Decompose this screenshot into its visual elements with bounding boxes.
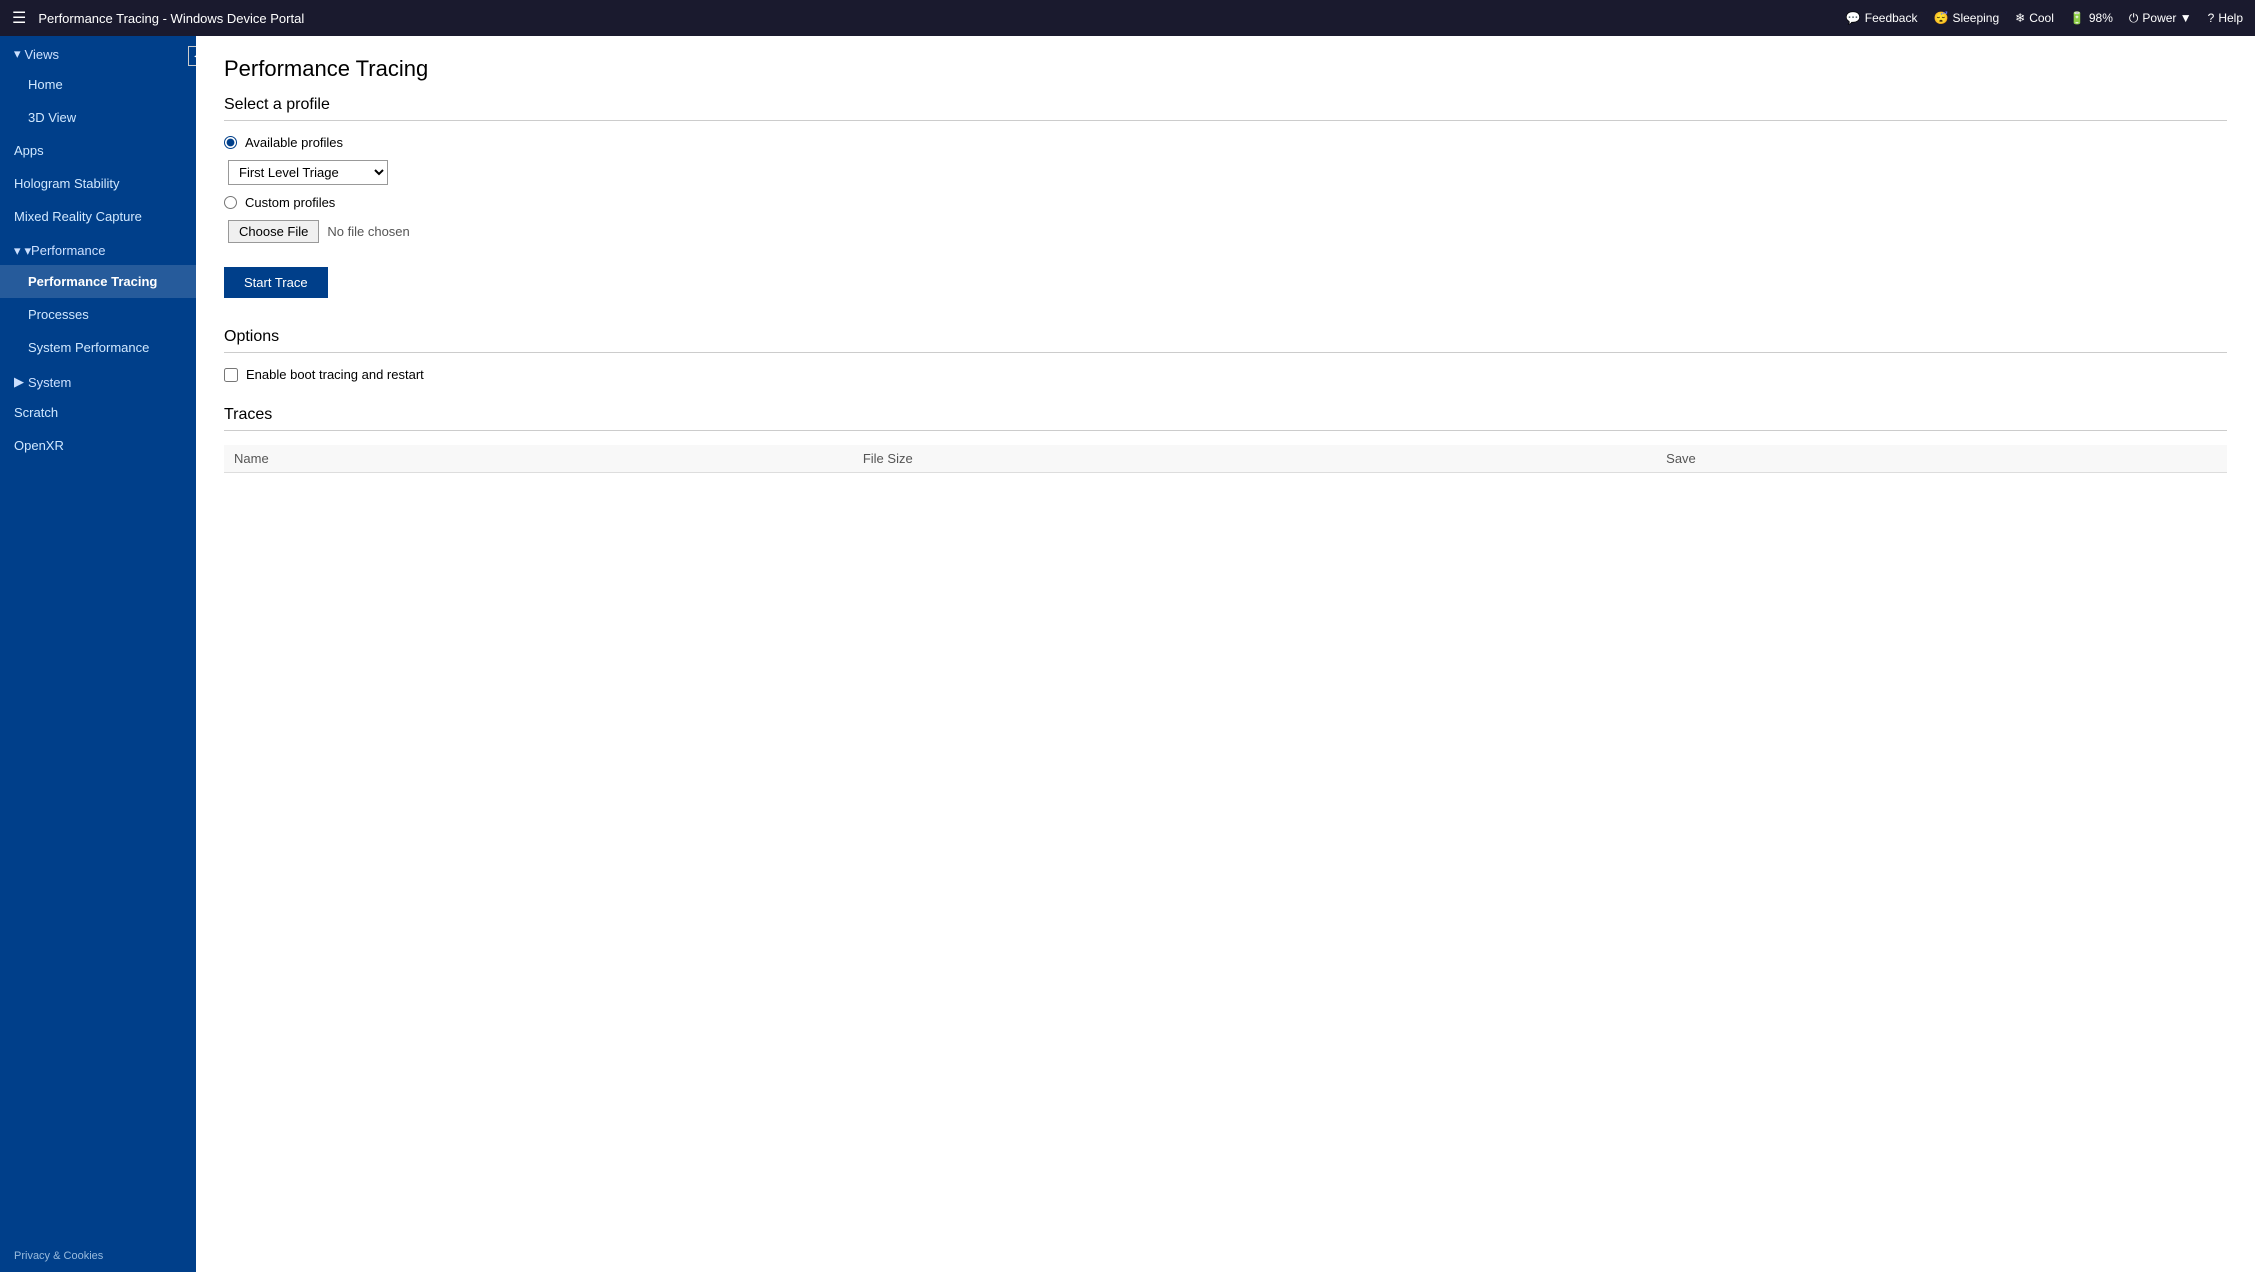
sidebar: ◀ ▾ Views Home 3D View Apps Hologram Sta… [0,36,196,1272]
boot-tracing-row: Enable boot tracing and restart [224,367,2227,382]
temperature-action[interactable]: ❄ Cool [2015,11,2054,25]
sidebar-section-views[interactable]: ▾ Views [0,36,196,68]
traces-table-header-row: Name File Size Save [224,445,2227,473]
content-area: Performance Tracing Select a profile Ava… [196,36,2255,1272]
custom-profiles-radio[interactable] [224,196,237,209]
traces-table-header: Name File Size Save [224,445,2227,473]
sidebar-item-openxr[interactable]: OpenXR [0,429,196,462]
battery-action[interactable]: 🔋 98% [2070,11,2113,25]
traces-table: Name File Size Save [224,445,2227,473]
feedback-label: Feedback [1865,11,1918,25]
battery-label: 98% [2089,11,2113,25]
file-chosen-label: No file chosen [327,224,409,239]
boot-tracing-label[interactable]: Enable boot tracing and restart [246,367,424,382]
topbar-title: Performance Tracing - Windows Device Por… [38,11,1845,26]
available-profiles-row: Available profiles [224,135,2227,150]
temperature-icon: ❄ [2015,11,2025,25]
traces-section: Traces Name File Size Save [224,406,2227,473]
custom-profiles-row: Custom profiles [224,195,2227,210]
traces-title: Traces [224,406,2227,431]
sleeping-action[interactable]: 😴 Sleeping [1933,11,1999,25]
sidebar-item-hologram-stability[interactable]: Hologram Stability [0,167,196,200]
performance-arrow-icon: ▾ [14,243,21,259]
views-section-label: Views [25,47,59,62]
boot-tracing-checkbox[interactable] [224,368,238,382]
feedback-action[interactable]: 💬 Feedback [1846,11,1918,25]
custom-profiles-label[interactable]: Custom profiles [245,195,335,210]
traces-col-filesize: File Size [853,445,1656,473]
traces-col-save: Save [1656,445,2227,473]
available-profiles-radio[interactable] [224,136,237,149]
help-label: Help [2218,11,2243,25]
power-label: Power ▼ [2142,11,2191,25]
options-title: Options [224,328,2227,353]
sidebar-item-apps[interactable]: Apps [0,134,196,167]
start-trace-button[interactable]: Start Trace [224,267,328,298]
profile-select[interactable]: First Level Triage Battery CPU GPU Memor… [228,160,388,185]
sidebar-item-3dview[interactable]: 3D View [0,101,196,134]
file-chooser-row: Choose File No file chosen [228,220,2227,243]
power-action[interactable]: ⏻ Power ▼ [2129,11,2192,26]
sidebar-item-performance-tracing[interactable]: Performance Tracing [0,265,196,298]
select-profile-section: Select a profile Available profiles Firs… [224,96,2227,243]
help-action[interactable]: ? Help [2208,11,2243,25]
sidebar-section-system[interactable]: ▶ System [0,364,196,396]
temperature-label: Cool [2029,11,2054,25]
performance-section-label: ▾Performance [25,243,106,259]
topbar: ☰ Performance Tracing - Windows Device P… [0,0,2255,36]
views-arrow-icon: ▾ [14,46,21,62]
system-arrow-icon: ▶ [14,374,24,390]
help-icon: ? [2208,11,2215,25]
sidebar-item-home[interactable]: Home [0,68,196,101]
sidebar-item-scratch[interactable]: Scratch [0,396,196,429]
sidebar-section-performance[interactable]: ▾ ▾Performance [0,233,196,265]
sidebar-collapse-button[interactable]: ◀ [188,46,196,66]
select-profile-title: Select a profile [224,96,2227,121]
page-title: Performance Tracing [224,56,2227,82]
available-profiles-label[interactable]: Available profiles [245,135,343,150]
power-icon: ⏻ [2129,11,2139,26]
hamburger-icon[interactable]: ☰ [12,8,26,28]
choose-file-button[interactable]: Choose File [228,220,319,243]
sleeping-icon: 😴 [1933,11,1948,25]
battery-icon: 🔋 [2070,11,2085,25]
sleeping-label: Sleeping [1952,11,1999,25]
sidebar-item-mixed-reality-capture[interactable]: Mixed Reality Capture [0,200,196,233]
sidebar-item-processes[interactable]: Processes [0,298,196,331]
system-section-label: System [28,375,71,390]
feedback-icon: 💬 [1846,11,1861,25]
main-layout: ◀ ▾ Views Home 3D View Apps Hologram Sta… [0,36,2255,1272]
topbar-actions: 💬 Feedback 😴 Sleeping ❄ Cool 🔋 98% ⏻ Pow… [1846,11,2243,26]
privacy-link[interactable]: Privacy & Cookies [0,1240,196,1272]
sidebar-item-system-performance[interactable]: System Performance [0,331,196,364]
profile-dropdown-wrapper: First Level Triage Battery CPU GPU Memor… [228,160,2227,185]
options-section: Options Enable boot tracing and restart [224,328,2227,382]
traces-col-name: Name [224,445,853,473]
